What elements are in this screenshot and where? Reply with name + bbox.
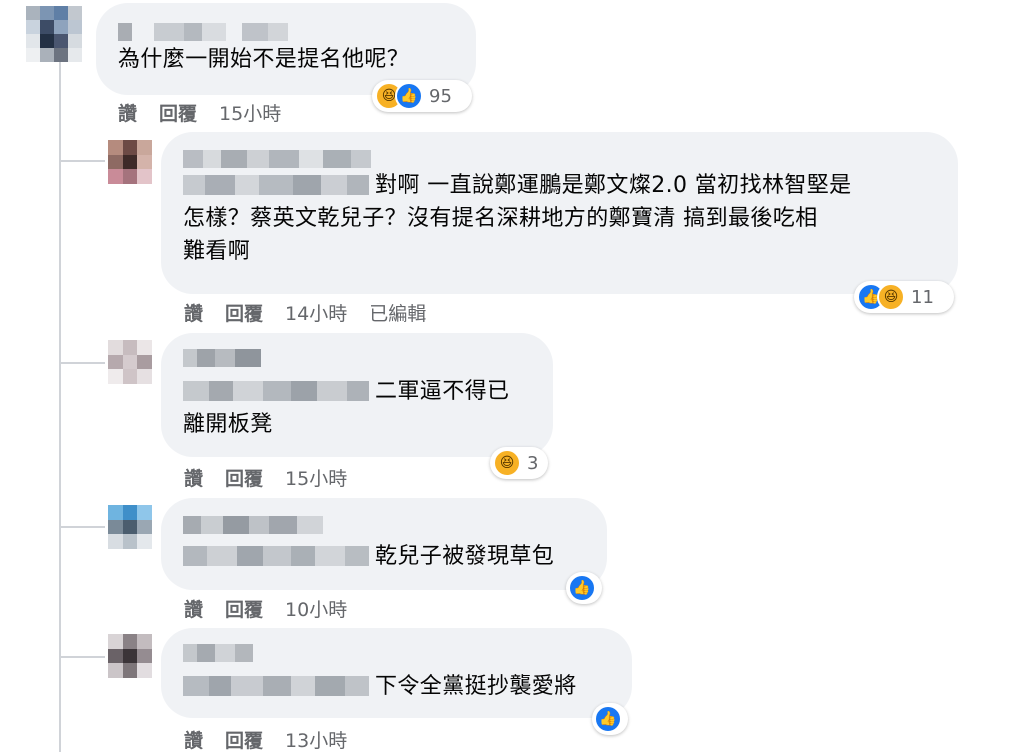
- thread-branch: [59, 526, 105, 528]
- comment-actions: 讚 回覆 14小時 已編輯: [184, 299, 426, 326]
- reaction-summary[interactable]: 😆 👍 95: [372, 80, 472, 112]
- reaction-summary[interactable]: 👍: [592, 703, 628, 735]
- comment-actions: 讚 回覆 15小時: [118, 99, 281, 126]
- like-button[interactable]: 讚: [184, 299, 203, 326]
- timestamp[interactable]: 15小時: [219, 99, 281, 126]
- reaction-count: 3: [527, 452, 539, 474]
- comment-text: 下令全黨挺抄襲愛將: [183, 670, 610, 703]
- timestamp[interactable]: 15小時: [285, 464, 347, 491]
- avatar[interactable]: [26, 6, 82, 62]
- author-name-blurred[interactable]: [183, 150, 383, 168]
- like-button[interactable]: 讚: [118, 99, 137, 126]
- like-icon: 👍: [594, 705, 622, 733]
- like-icon: 👍: [395, 82, 423, 110]
- thread-branch: [59, 362, 105, 364]
- thread-branch: [59, 160, 105, 162]
- comment-bubble: 乾兒子被發現草包: [161, 498, 607, 590]
- like-button[interactable]: 讚: [184, 464, 203, 491]
- comment-text: 乾兒子被發現草包: [183, 540, 585, 573]
- author-name-blurred[interactable]: [183, 516, 323, 534]
- avatar[interactable]: [108, 140, 152, 184]
- timestamp[interactable]: 14小時: [285, 299, 347, 326]
- mention-blurred[interactable]: [183, 381, 369, 401]
- reply-button[interactable]: 回覆: [225, 595, 263, 622]
- reaction-summary[interactable]: 😆 3: [490, 447, 548, 479]
- haha-icon: 😆: [877, 283, 905, 311]
- reply-button[interactable]: 回覆: [225, 726, 263, 753]
- like-button[interactable]: 讚: [184, 595, 203, 622]
- thread-branch: [59, 656, 105, 658]
- reaction-summary[interactable]: 👍 😆 11: [854, 281, 954, 313]
- haha-icon: 😆: [493, 449, 521, 477]
- reaction-summary[interactable]: 👍: [566, 572, 602, 604]
- author-name-blurred[interactable]: [118, 23, 288, 41]
- reply-button[interactable]: 回覆: [159, 99, 197, 126]
- comment-actions: 讚 回覆 10小時: [184, 595, 347, 622]
- comment-text: 為什麼一開始不是提名他呢？: [118, 47, 410, 72]
- author-name-blurred[interactable]: [183, 644, 253, 662]
- comment-bubble: 下令全黨挺抄襲愛將: [161, 628, 632, 718]
- like-button[interactable]: 讚: [184, 726, 203, 753]
- comment-actions: 讚 回覆 13小時: [184, 726, 347, 753]
- comment-text: 二軍逼不得已 離開板凳: [183, 379, 510, 437]
- reaction-count: 95: [429, 85, 452, 107]
- comment-bubble: 二軍逼不得已 離開板凳: [161, 333, 553, 457]
- timestamp[interactable]: 10小時: [285, 595, 347, 622]
- like-icon: 👍: [568, 574, 596, 602]
- comment-bubble: 對啊 一直說鄭運鵬是鄭文燦2.0 當初找林智堅是 怎樣？蔡英文乾兒子？沒有提名深…: [161, 132, 958, 294]
- avatar[interactable]: [108, 340, 152, 384]
- reaction-count: 11: [911, 286, 934, 308]
- avatar[interactable]: [108, 505, 152, 549]
- reply-button[interactable]: 回覆: [225, 464, 263, 491]
- edited-label[interactable]: 已編輯: [369, 299, 426, 326]
- mention-blurred[interactable]: [183, 175, 369, 195]
- mention-blurred[interactable]: [183, 546, 369, 566]
- thread-line: [59, 62, 61, 752]
- reply-button[interactable]: 回覆: [225, 299, 263, 326]
- comment-text: 對啊 一直說鄭運鵬是鄭文燦2.0 當初找林智堅是 怎樣？蔡英文乾兒子？沒有提名深…: [183, 173, 852, 264]
- comment-actions: 讚 回覆 15小時: [184, 464, 347, 491]
- avatar[interactable]: [108, 634, 152, 678]
- author-name-blurred[interactable]: [183, 349, 261, 367]
- mention-blurred[interactable]: [183, 676, 369, 696]
- timestamp[interactable]: 13小時: [285, 726, 347, 753]
